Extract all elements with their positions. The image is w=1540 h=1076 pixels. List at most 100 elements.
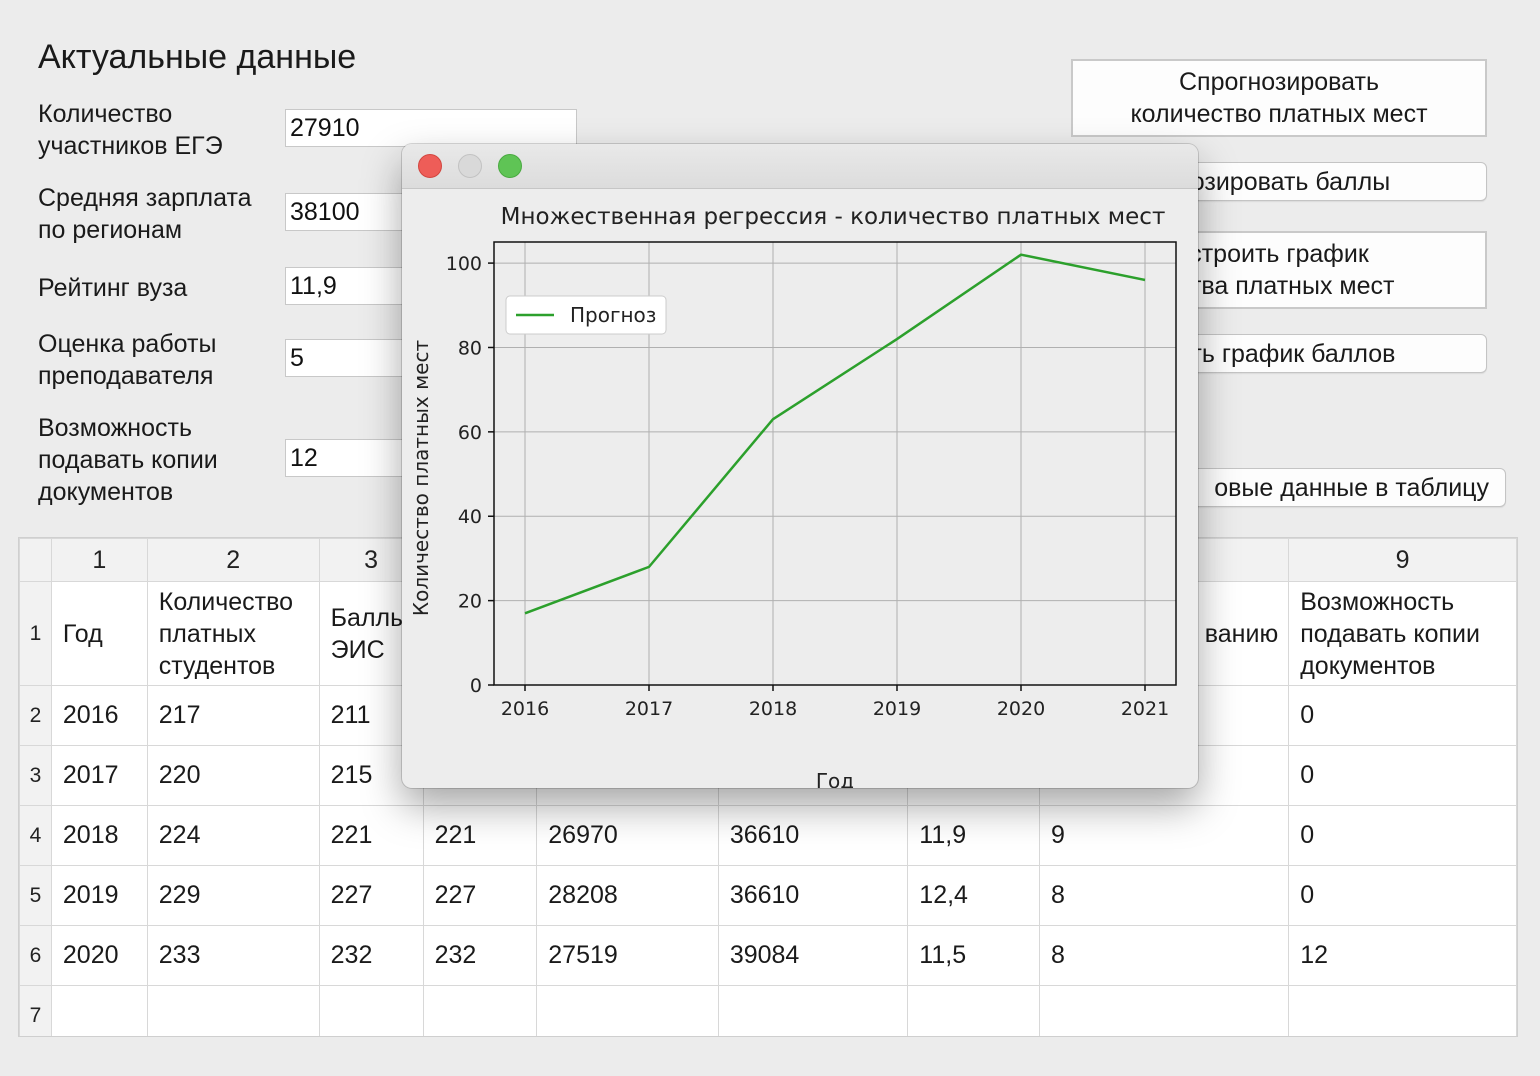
column-header[interactable]: 1 <box>50 538 148 582</box>
button-label: Спрогнозировать <box>1178 68 1379 96</box>
table-cell[interactable]: 221 <box>318 805 424 866</box>
table-row: 4 2018 224 221 221 26970 36610 11,9 9 0 <box>19 805 1517 866</box>
table-cell[interactable]: 224 <box>146 805 320 866</box>
close-icon[interactable] <box>418 154 442 178</box>
form-heading: Актуальные данные <box>38 38 357 76</box>
x-tick-label: 2020 <box>997 698 1045 720</box>
table-cell[interactable] <box>1288 985 1517 1036</box>
table-cell[interactable]: 2019 <box>50 865 148 926</box>
predict-paid-places-button[interactable]: Спрогнозировать количество платных мест <box>1071 59 1487 137</box>
table-cell[interactable]: 36610 <box>717 805 909 866</box>
table-cell[interactable]: Год <box>50 581 148 686</box>
label-line: Количество <box>38 100 173 128</box>
table-cell[interactable]: 11,9 <box>907 805 1040 866</box>
x-tick-label: 2019 <box>873 698 921 720</box>
table-cell[interactable]: 0 <box>1288 865 1517 926</box>
window-titlebar[interactable] <box>402 144 1198 189</box>
label-avg-salary: Средняя зарплата по регионам <box>38 182 252 246</box>
label-teacher-score: Оценка работы преподавателя <box>38 328 216 392</box>
label-line: по регионам <box>38 216 183 244</box>
table-cell[interactable]: 233 <box>146 925 320 986</box>
legend-label: Прогноз <box>570 303 656 327</box>
row-header[interactable]: 1 <box>19 581 52 686</box>
table-cell[interactable]: 36610 <box>717 865 909 926</box>
table-cell[interactable]: 2017 <box>50 745 148 806</box>
label-document-copies: Возможность подавать копии документов <box>38 412 218 508</box>
y-tick-label: 80 <box>458 337 482 359</box>
label-line: подавать копии <box>38 446 218 474</box>
x-tick-label: 2018 <box>749 698 797 720</box>
table-cell[interactable] <box>50 985 148 1036</box>
button-label: гнозировать баллы <box>1167 167 1391 196</box>
table-cell[interactable] <box>1038 985 1290 1036</box>
table-cell[interactable]: 9 <box>1038 805 1290 866</box>
label-line: Средняя зарплата <box>38 184 252 212</box>
table-cell[interactable]: 229 <box>146 865 320 926</box>
row-header[interactable]: 6 <box>19 925 52 986</box>
button-label: строить график <box>1189 240 1369 268</box>
label-line: Возможность <box>38 414 192 442</box>
plot-window[interactable]: Множественная регрессия - количество пла… <box>402 144 1198 788</box>
table-cell[interactable]: 0 <box>1288 805 1517 866</box>
table-corner[interactable] <box>19 538 52 582</box>
table-cell[interactable]: 217 <box>146 685 320 746</box>
table-cell[interactable]: 0 <box>1288 685 1517 746</box>
ege-participants-input[interactable] <box>285 109 577 147</box>
y-tick-label: 0 <box>470 675 482 697</box>
table-cell[interactable]: 2018 <box>50 805 148 866</box>
table-cell[interactable]: 11,5 <box>907 925 1040 986</box>
minimize-icon[interactable] <box>458 154 482 178</box>
label-line: преподавателя <box>38 362 214 390</box>
table-cell[interactable]: Количество платных студентов <box>146 581 320 686</box>
chart-title: Множественная регрессия - количество пла… <box>501 204 1166 230</box>
table-cell[interactable]: 28208 <box>536 865 719 926</box>
table-cell[interactable]: 2020 <box>50 925 148 986</box>
y-tick-label: 40 <box>458 506 482 528</box>
x-axis-label: Год <box>816 769 854 788</box>
table-cell[interactable]: 8 <box>1038 865 1290 926</box>
table-cell[interactable] <box>318 985 424 1036</box>
regression-chart: Множественная регрессия - количество пла… <box>409 204 1177 788</box>
row-header[interactable]: 7 <box>19 985 52 1036</box>
y-tick-label: 60 <box>458 422 482 444</box>
label-ege-participants: Количество участников ЕГЭ <box>38 98 223 162</box>
table-cell[interactable] <box>536 985 719 1036</box>
x-tick-label: 2021 <box>1121 698 1169 720</box>
row-header[interactable]: 5 <box>19 865 52 926</box>
label-line: участников ЕГЭ <box>38 132 223 160</box>
table-cell[interactable]: 26970 <box>536 805 719 866</box>
row-header[interactable]: 2 <box>19 685 52 746</box>
table-cell[interactable]: 39084 <box>717 925 909 986</box>
table-cell[interactable]: 220 <box>146 745 320 806</box>
table-cell[interactable]: 221 <box>422 805 538 866</box>
label-line: документов <box>38 478 174 506</box>
table-row: 5 2019 229 227 227 28208 36610 12,4 8 0 <box>19 865 1517 926</box>
chart-legend: Прогноз <box>505 295 667 335</box>
button-label: ества платных мест <box>1163 272 1395 300</box>
table-cell[interactable]: 0 <box>1288 745 1517 806</box>
table-cell[interactable] <box>422 985 538 1036</box>
table-cell[interactable] <box>717 985 909 1036</box>
y-axis-label: Количество платных мест <box>409 340 433 617</box>
column-header[interactable]: 2 <box>146 538 320 582</box>
row-header[interactable]: 3 <box>19 745 52 806</box>
table-cell[interactable]: 232 <box>318 925 424 986</box>
maximize-icon[interactable] <box>498 154 522 178</box>
table-cell[interactable]: 227 <box>422 865 538 926</box>
table-cell[interactable]: 232 <box>422 925 538 986</box>
table-row: 7 <box>19 985 1517 1036</box>
table-cell[interactable]: Возможность подавать копии документов <box>1288 581 1517 686</box>
column-header[interactable]: 9 <box>1288 538 1517 582</box>
table-cell[interactable]: 27519 <box>536 925 719 986</box>
table-cell[interactable]: 2016 <box>50 685 148 746</box>
label-line: Оценка работы <box>38 330 217 358</box>
table-cell[interactable]: 8 <box>1038 925 1290 986</box>
x-tick-label: 2017 <box>625 698 673 720</box>
table-cell[interactable] <box>146 985 320 1036</box>
table-cell[interactable]: 227 <box>318 865 424 926</box>
row-header[interactable]: 4 <box>19 805 52 866</box>
table-row: 6 2020 233 232 232 27519 39084 11,5 8 12 <box>19 925 1517 986</box>
table-cell[interactable]: 12,4 <box>907 865 1040 926</box>
table-cell[interactable]: 12 <box>1288 925 1517 986</box>
table-cell[interactable] <box>907 985 1040 1036</box>
